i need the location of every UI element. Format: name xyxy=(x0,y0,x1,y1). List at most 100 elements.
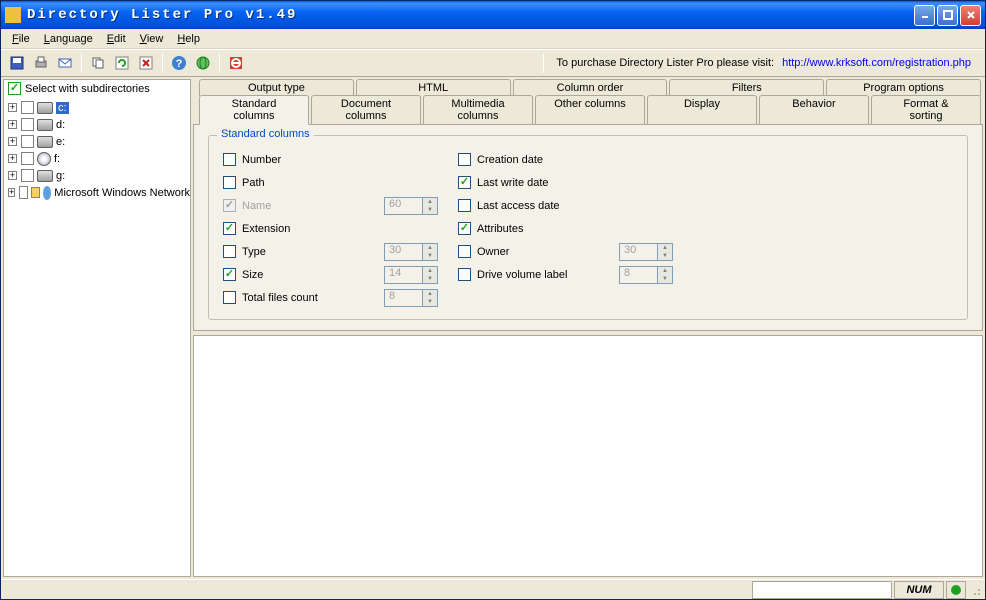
expand-icon[interactable]: + xyxy=(8,188,15,197)
spinner-up-icon[interactable]: ▲ xyxy=(423,267,437,275)
spinner-input[interactable]: 8 xyxy=(619,266,658,284)
copy-icon[interactable] xyxy=(87,52,109,74)
tree-row[interactable]: + c: xyxy=(4,99,190,116)
minimize-button[interactable] xyxy=(914,5,935,26)
mail-icon[interactable] xyxy=(54,52,76,74)
expand-icon[interactable]: + xyxy=(8,171,17,180)
stop-icon[interactable] xyxy=(225,52,247,74)
status-input[interactable] xyxy=(752,581,892,599)
spinner-down-icon[interactable]: ▼ xyxy=(423,275,437,283)
refresh-icon[interactable] xyxy=(111,52,133,74)
checkbox-drive-volume-label[interactable] xyxy=(458,268,471,281)
tab-column-order[interactable]: Column order xyxy=(513,79,668,96)
tab-html[interactable]: HTML xyxy=(356,79,511,96)
spinner-name[interactable]: 60▲▼ xyxy=(384,197,438,215)
select-all-checkbox[interactable] xyxy=(8,82,21,95)
tab-display[interactable]: Display xyxy=(647,95,757,124)
drive-icon xyxy=(37,136,53,148)
tab-multimedia-columns[interactable]: Multimedia columns xyxy=(423,95,533,124)
spinner-up-icon[interactable]: ▲ xyxy=(658,267,672,275)
menu-help[interactable]: Help xyxy=(170,31,207,47)
tab-format-sorting[interactable]: Format & sorting xyxy=(871,95,981,124)
spinner-drive-volume-label[interactable]: 8▲▼ xyxy=(619,266,673,284)
tree-checkbox[interactable] xyxy=(19,186,28,199)
globe-icon[interactable] xyxy=(192,52,214,74)
menu-file[interactable]: File xyxy=(5,31,37,47)
spinner-down-icon[interactable]: ▼ xyxy=(423,298,437,306)
spinner-input[interactable]: 60 xyxy=(384,197,423,215)
checkbox-creation-date[interactable] xyxy=(458,153,471,166)
option-label: Drive volume label xyxy=(477,269,567,281)
app-icon xyxy=(5,7,21,23)
spinner-down-icon[interactable]: ▼ xyxy=(423,206,437,214)
option-row: Size14▲▼ xyxy=(223,263,458,286)
tab-program-options[interactable]: Program options xyxy=(826,79,981,96)
checkbox-size[interactable] xyxy=(223,268,236,281)
spinner-up-icon[interactable]: ▲ xyxy=(658,244,672,252)
option-row: Total files count8▲▼ xyxy=(223,286,458,309)
spinner-total-files-count[interactable]: 8▲▼ xyxy=(384,289,438,307)
spinner-down-icon[interactable]: ▼ xyxy=(658,275,672,283)
checkbox-type[interactable] xyxy=(223,245,236,258)
tree-item-label: g: xyxy=(56,170,65,182)
checkbox-number[interactable] xyxy=(223,153,236,166)
spinner-size[interactable]: 14▲▼ xyxy=(384,266,438,284)
checkbox-owner[interactable] xyxy=(458,245,471,258)
checkbox-extension[interactable] xyxy=(223,222,236,235)
spinner-input[interactable]: 14 xyxy=(384,266,423,284)
tree-item-label: c: xyxy=(56,102,69,114)
window-title: Directory Lister Pro v1.49 xyxy=(27,7,914,23)
spinner-owner[interactable]: 30▲▼ xyxy=(619,243,673,261)
tree-row[interactable]: +d: xyxy=(4,116,190,133)
spinner-down-icon[interactable]: ▼ xyxy=(658,252,672,260)
tab-document-columns[interactable]: Document columns xyxy=(311,95,421,124)
tree-row[interactable]: + g: xyxy=(4,167,190,184)
close-button[interactable] xyxy=(960,5,981,26)
checkbox-attributes[interactable] xyxy=(458,222,471,235)
tab-standard-columns[interactable]: Standard columns xyxy=(199,95,309,125)
checkbox-last-write-date[interactable] xyxy=(458,176,471,189)
tab-other-columns[interactable]: Other columns xyxy=(535,95,645,124)
maximize-button[interactable] xyxy=(937,5,958,26)
preview-panel xyxy=(193,335,983,577)
tree-row[interactable]: +e: xyxy=(4,133,190,150)
directory-tree: Select with subdirectories +c:+d:+e:+f:+… xyxy=(3,79,191,577)
tree-row[interactable]: +Microsoft Windows Network xyxy=(4,184,190,201)
save-icon[interactable] xyxy=(6,52,28,74)
checkbox-path[interactable] xyxy=(223,176,236,189)
spinner-up-icon[interactable]: ▲ xyxy=(423,290,437,298)
help-icon[interactable]: ? xyxy=(168,52,190,74)
tree-checkbox[interactable] xyxy=(21,135,34,148)
tree-checkbox[interactable] xyxy=(21,169,34,182)
drive-icon xyxy=(37,170,53,182)
tree-checkbox[interactable] xyxy=(21,118,34,131)
expand-icon[interactable]: + xyxy=(8,120,17,129)
spinner-type[interactable]: 30▲▼ xyxy=(384,243,438,261)
menu-edit[interactable]: Edit xyxy=(100,31,133,47)
tree-header-label: Select with subdirectories xyxy=(25,83,150,95)
checkbox-total-files-count[interactable] xyxy=(223,291,236,304)
tab-filters[interactable]: Filters xyxy=(669,79,824,96)
expand-icon[interactable]: + xyxy=(8,137,17,146)
expand-icon[interactable]: + xyxy=(8,103,17,112)
tab-behavior[interactable]: Behavior xyxy=(759,95,869,124)
tab-output-type[interactable]: Output type xyxy=(199,79,354,96)
spinner-input[interactable]: 30 xyxy=(384,243,423,261)
menu-language[interactable]: Language xyxy=(37,31,100,47)
resize-grip[interactable] xyxy=(968,581,984,599)
menu-view[interactable]: View xyxy=(133,31,171,47)
checkbox-last-access-date[interactable] xyxy=(458,199,471,212)
tree-row[interactable]: +f: xyxy=(4,150,190,167)
spinner-up-icon[interactable]: ▲ xyxy=(423,198,437,206)
print-icon[interactable] xyxy=(30,52,52,74)
tree-checkbox[interactable] xyxy=(21,152,34,165)
tree-checkbox[interactable] xyxy=(21,101,34,114)
spinner-input[interactable]: 30 xyxy=(619,243,658,261)
spinner-down-icon[interactable]: ▼ xyxy=(423,252,437,260)
tree-header[interactable]: Select with subdirectories xyxy=(4,80,190,97)
expand-icon[interactable]: + xyxy=(8,154,17,163)
spinner-input[interactable]: 8 xyxy=(384,289,423,307)
spinner-up-icon[interactable]: ▲ xyxy=(423,244,437,252)
purchase-link[interactable]: http://www.krksoft.com/registration.php xyxy=(782,57,981,69)
delete-icon[interactable] xyxy=(135,52,157,74)
